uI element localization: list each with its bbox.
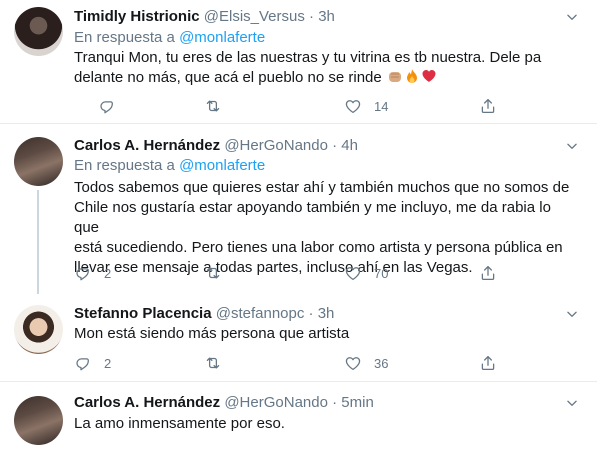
tweet[interactable]: Timidly Histrionic @Elsis_Versus · 3h En…: [0, 0, 597, 122]
share-icon: [479, 97, 497, 115]
fire-emoji: [406, 69, 417, 83]
heart-icon: [344, 264, 362, 282]
reply-count: 2: [104, 355, 112, 371]
tweet-actions: 2 36: [74, 353, 534, 373]
avatar[interactable]: [14, 396, 63, 445]
avatar[interactable]: [14, 7, 63, 56]
tweet-actions: 2 70: [74, 263, 534, 283]
thread-line: [37, 190, 39, 294]
user-name[interactable]: Timidly Histrionic: [74, 8, 200, 25]
chevron-down-icon[interactable]: [565, 396, 579, 410]
reply-context: En respuesta a @monlaferte: [74, 156, 265, 176]
like-count: 14: [374, 98, 389, 114]
retweet-icon: [204, 354, 222, 372]
user-handle[interactable]: @HerGoNando: [224, 137, 328, 154]
reply-prefix: En respuesta a: [74, 29, 180, 46]
share-button[interactable]: [479, 353, 497, 373]
tweet-text-line: está sucediendo. Pero tienes una labor c…: [74, 239, 563, 256]
tweet-text: Tranqui Mon, tu eres de las nuestras y t…: [74, 48, 574, 88]
timestamp[interactable]: 3h: [318, 305, 335, 322]
reply-button[interactable]: 2: [74, 353, 111, 373]
user-handle[interactable]: @stefannopc: [216, 305, 305, 322]
user-name[interactable]: Carlos A. Hernández: [74, 394, 220, 411]
heart-icon: [344, 354, 362, 372]
like-button[interactable]: 70: [344, 263, 388, 283]
like-count: 70: [374, 265, 389, 281]
reply-prefix: En respuesta a: [74, 157, 180, 174]
like-button[interactable]: 14: [344, 96, 388, 116]
retweet-icon: [204, 264, 222, 282]
tweet-text-line: Mon está siendo más persona que artista: [74, 325, 350, 342]
separator-dot: ·: [332, 394, 338, 411]
reply-button[interactable]: [98, 96, 128, 116]
timestamp[interactable]: 3h: [318, 8, 335, 25]
avatar[interactable]: [14, 137, 63, 186]
retweet-button[interactable]: [204, 263, 234, 283]
reply-context: En respuesta a @monlaferte: [74, 28, 265, 48]
reply-icon: [98, 97, 116, 115]
retweet-button[interactable]: [204, 353, 234, 373]
reply-icon: [74, 264, 92, 282]
reply-count: 2: [104, 265, 112, 281]
reply-button[interactable]: 2: [74, 263, 111, 283]
separator-dot: ·: [308, 305, 314, 322]
share-icon: [479, 264, 497, 282]
tweet-text-line: Chile nos gustaría estar apoyando tambié…: [74, 199, 551, 236]
tweet-text: Mon está siendo más persona que artista: [74, 324, 574, 344]
tweet[interactable]: Carlos A. Hernández @HerGoNando · 5min L…: [0, 382, 597, 473]
tweet-header: Carlos A. Hernández @HerGoNando · 4h: [74, 136, 358, 156]
share-button[interactable]: [479, 263, 497, 283]
separator-dot: ·: [309, 8, 315, 25]
avatar[interactable]: [14, 305, 63, 354]
reply-icon: [74, 354, 92, 372]
tweet-header: Stefanno Placencia @stefannopc · 3h: [74, 304, 334, 324]
user-handle[interactable]: @HerGoNando: [224, 394, 328, 411]
tweet[interactable]: Carlos A. Hernández @HerGoNando · 4h En …: [0, 124, 597, 292]
tweet-header: Carlos A. Hernández @HerGoNando · 5min: [74, 393, 374, 413]
tweet-text-line: Todos sabemos que quieres estar ahí y ta…: [74, 179, 570, 196]
separator-dot: ·: [332, 137, 338, 154]
tweet-text-span: delante no más, que acá el pueblo no se …: [74, 69, 382, 86]
timestamp[interactable]: 4h: [341, 137, 358, 154]
like-button[interactable]: 36: [344, 353, 388, 373]
tweet-text-line: Tranqui Mon, tu eres de las nuestras y t…: [74, 49, 542, 66]
mention-link[interactable]: @monlaferte: [179, 157, 265, 174]
tweet-header: Timidly Histrionic @Elsis_Versus · 3h: [74, 7, 335, 27]
user-handle[interactable]: @Elsis_Versus: [204, 8, 305, 25]
like-count: 36: [374, 355, 389, 371]
user-name[interactable]: Stefanno Placencia: [74, 305, 212, 322]
retweet-button[interactable]: [204, 96, 234, 116]
fist-emoji: [388, 72, 401, 82]
heart-icon: [344, 97, 362, 115]
user-name[interactable]: Carlos A. Hernández: [74, 137, 220, 154]
retweet-icon: [204, 97, 222, 115]
heart-emoji: [422, 70, 436, 82]
chevron-down-icon[interactable]: [565, 139, 579, 153]
tweet-text: La amo inmensamente por eso.: [74, 414, 574, 434]
tweet-text-line: delante no más, que acá el pueblo no se …: [74, 68, 574, 88]
chevron-down-icon[interactable]: [565, 307, 579, 321]
share-button[interactable]: [479, 96, 497, 116]
mention-link[interactable]: @monlaferte: [179, 29, 265, 46]
tweet[interactable]: Stefanno Placencia @stefannopc · 3h Mon …: [0, 294, 597, 380]
share-icon: [479, 354, 497, 372]
timestamp[interactable]: 5min: [341, 394, 374, 411]
chevron-down-icon[interactable]: [565, 10, 579, 24]
tweet-text-line: La amo inmensamente por eso.: [74, 415, 285, 432]
tweet-actions: 14: [74, 96, 534, 116]
